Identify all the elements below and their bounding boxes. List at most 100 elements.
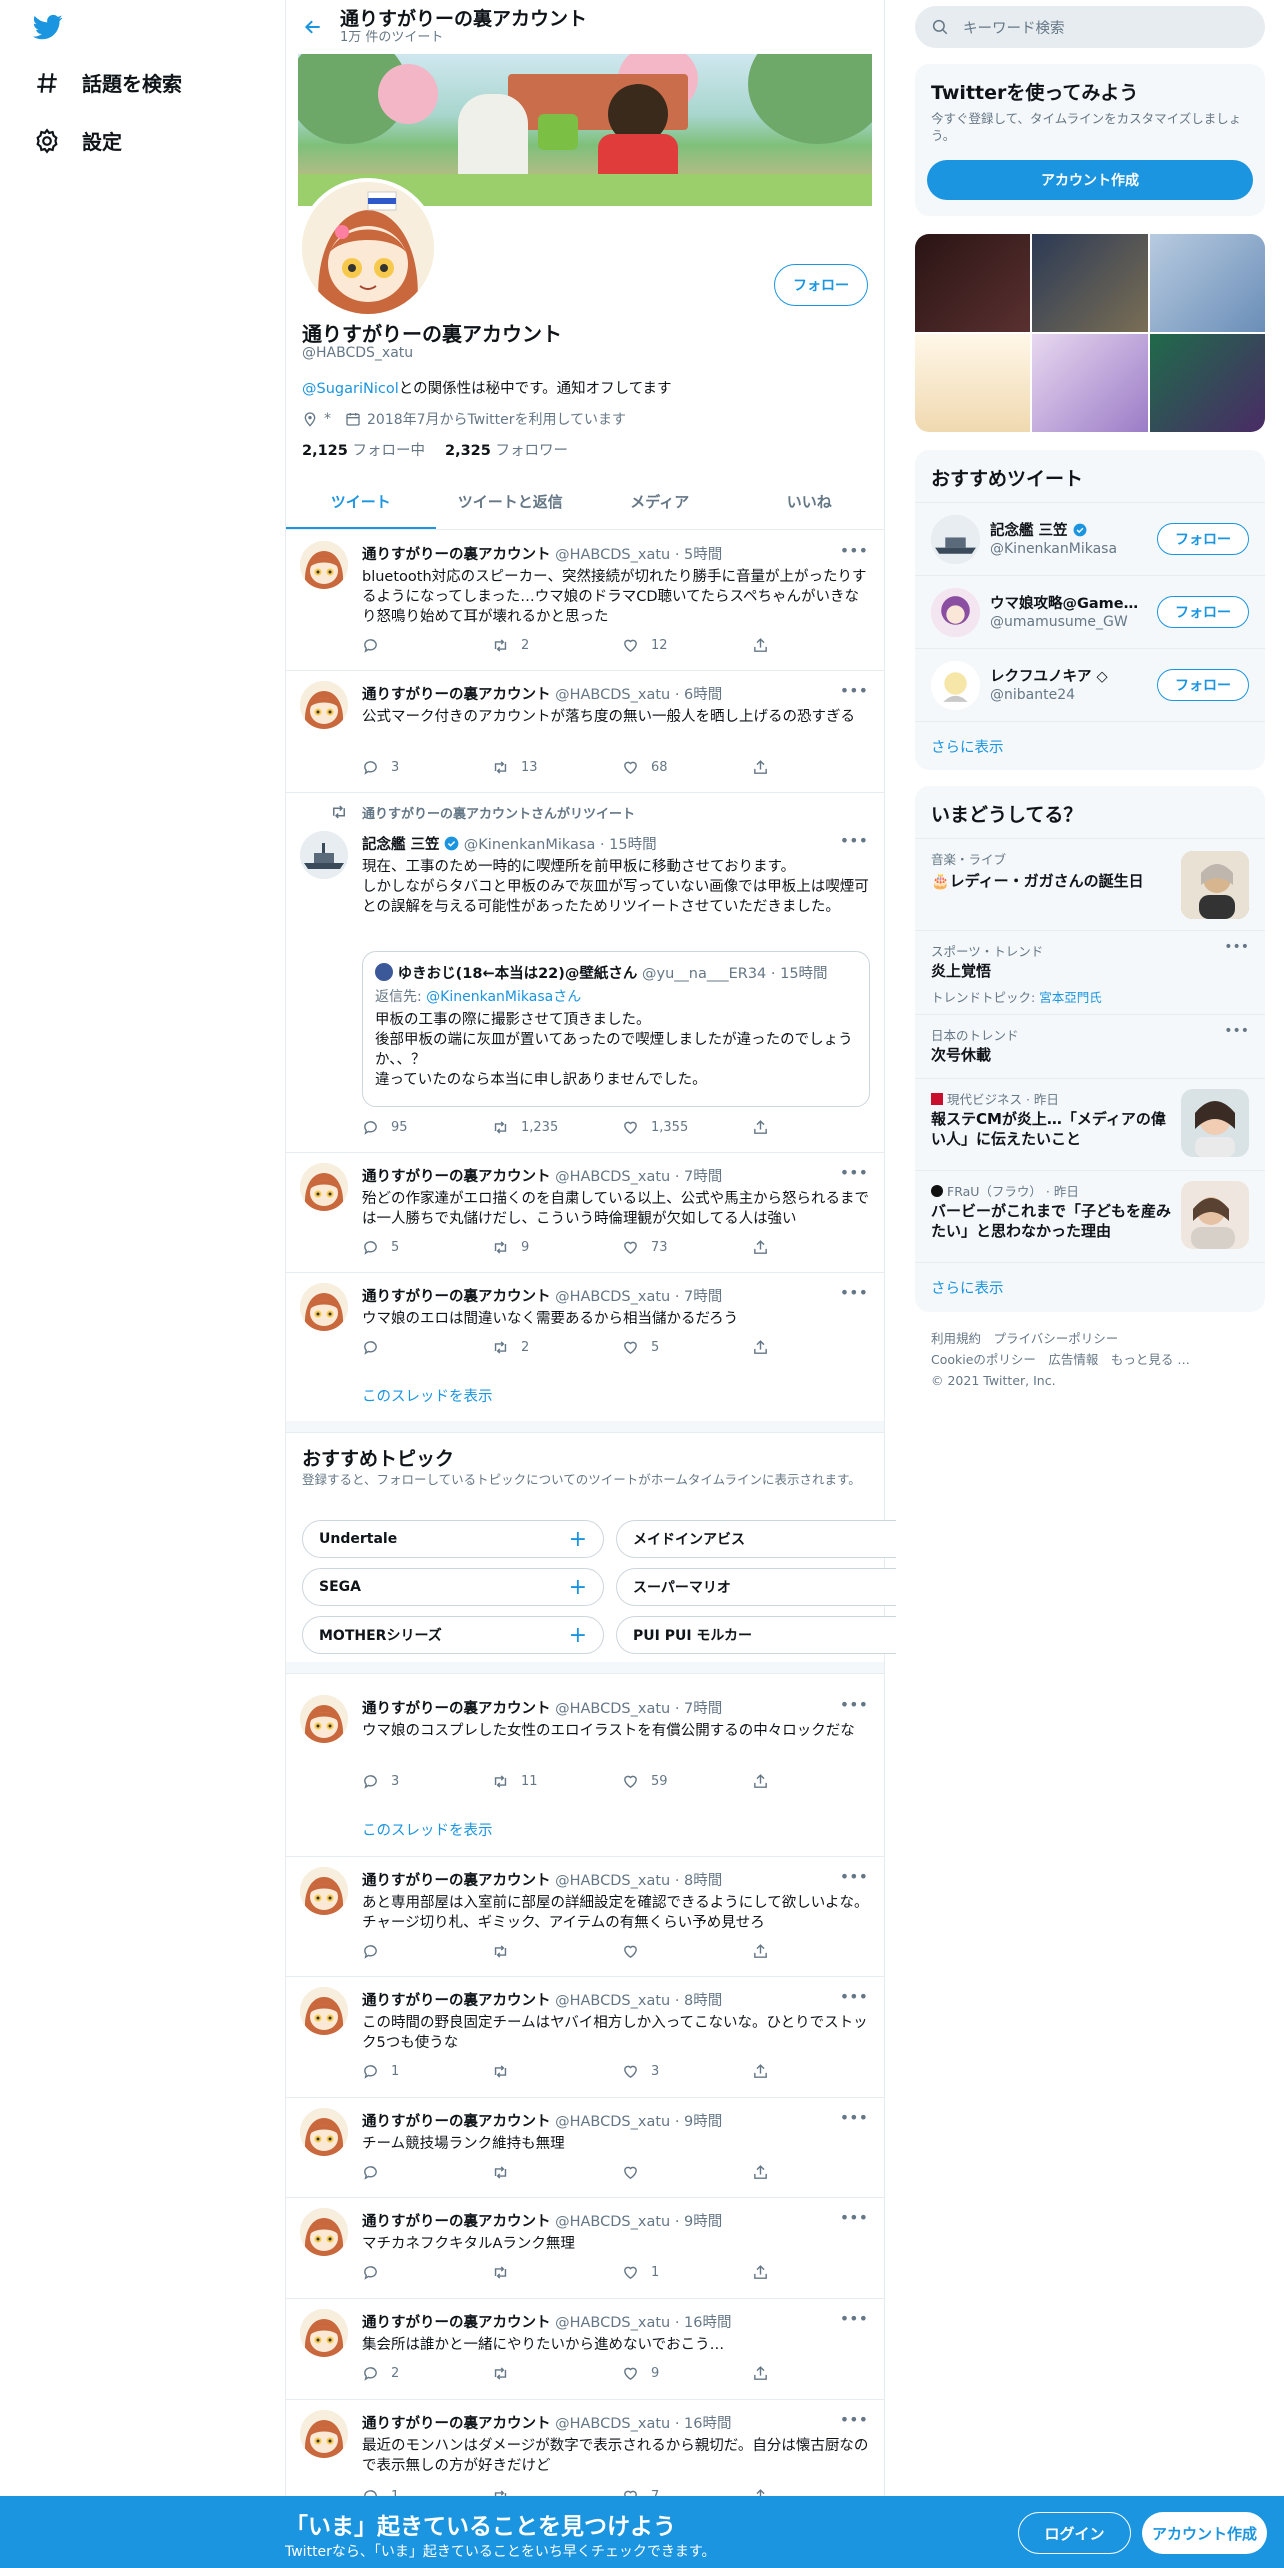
followers-link[interactable]: 2,325 フォロワー <box>445 439 568 460</box>
more-options-icon[interactable]: ••• <box>840 2309 868 2328</box>
like-button[interactable]: 73 <box>622 1239 752 1256</box>
signup-button[interactable]: アカウント作成 <box>1142 2512 1267 2554</box>
tweet[interactable]: 通りすがりーの裏アカウント @HABCDS_xatu · 7時間 ••• ウマ娘… <box>286 1675 884 1857</box>
create-account-button[interactable]: アカウント作成 <box>927 160 1253 200</box>
reply-button[interactable]: 2 <box>362 2365 492 2382</box>
show-more-link[interactable]: さらに表示 <box>931 1277 1004 1298</box>
tweet-avatar[interactable] <box>300 681 348 729</box>
like-button[interactable]: 1,355 <box>622 1119 752 1136</box>
search-box[interactable]: キーワード検索 <box>915 6 1265 48</box>
show-more-link[interactable]: さらに表示 <box>931 736 1004 757</box>
reply-button[interactable]: 5 <box>362 1239 492 1256</box>
following-link[interactable]: 2,125 フォロー中 <box>302 439 425 460</box>
tweet-avatar[interactable] <box>300 1987 348 2035</box>
like-button[interactable]: 59 <box>622 1773 752 1790</box>
tweet[interactable]: 通りすがりーの裏アカウント @HABCDS_xatu · 7時間 ••• 殆どの… <box>286 1153 884 1273</box>
retweet-button[interactable] <box>492 2365 622 2382</box>
tweet-avatar[interactable] <box>300 541 348 589</box>
share-button[interactable] <box>752 1339 882 1356</box>
tweet[interactable]: 通りすがりーの裏アカウント @HABCDS_xatu · 6時間 ••• 公式マ… <box>286 671 884 793</box>
tweet-avatar[interactable] <box>300 2309 348 2357</box>
like-button[interactable]: 12 <box>622 637 752 654</box>
recommended-user[interactable]: ウマ娘攻略@Game... @umamusume_GW フォロー <box>915 575 1265 648</box>
recommended-user[interactable]: レクフユノキア ◇ @nibante24 フォロー <box>915 648 1265 721</box>
retweet-note[interactable]: 通りすがりーの裏アカウントさんがリツイート <box>362 803 635 822</box>
back-button[interactable] <box>286 0 340 54</box>
recommended-user-avatar[interactable] <box>931 515 980 564</box>
footer-line[interactable]: 利用規約 プライバシーポリシー <box>931 1328 1251 1349</box>
tab-likes[interactable]: いいね <box>735 474 885 529</box>
reply-button[interactable] <box>362 637 492 654</box>
tweet-avatar[interactable] <box>300 1283 348 1331</box>
recommended-user-avatar[interactable] <box>931 588 980 637</box>
like-button[interactable]: 9 <box>622 2365 752 2382</box>
retweet-button[interactable]: 1,235 <box>492 1119 622 1136</box>
follow-button[interactable]: フォロー <box>1157 596 1249 628</box>
topic-chip[interactable]: MOTHERシリーズ + <box>302 1616 604 1654</box>
topic-chip[interactable]: SEGA + <box>302 1568 604 1606</box>
reply-button[interactable] <box>362 1943 492 1960</box>
reply-button[interactable] <box>362 2264 492 2281</box>
retweeted-tweet[interactable]: 通りすがりーの裏アカウントさんがリツイート 記念艦 三笠 @KinenkanMi… <box>286 793 884 1153</box>
share-button[interactable] <box>752 1239 882 1256</box>
media-thumbnail[interactable] <box>1032 234 1148 332</box>
like-button[interactable]: 1 <box>622 2264 752 2281</box>
share-button[interactable] <box>752 2365 882 2382</box>
reply-button[interactable]: 1 <box>362 2063 492 2080</box>
share-button[interactable] <box>752 1119 882 1136</box>
tweet-avatar[interactable] <box>300 2208 348 2256</box>
tweet-avatar[interactable] <box>300 2410 348 2458</box>
tweet-avatar[interactable] <box>300 1163 348 1211</box>
tweet-avatar[interactable] <box>300 831 348 879</box>
retweet-button[interactable] <box>492 1943 622 1960</box>
more-options-icon[interactable]: ••• <box>840 1283 868 1302</box>
topic-chip[interactable]: スーパーマリオ <box>616 1568 896 1606</box>
more-options-icon[interactable]: ••• <box>840 1867 868 1886</box>
show-thread-link[interactable]: このスレッドを表示 <box>362 1819 493 1840</box>
tab-tweets[interactable]: ツイート <box>286 474 436 529</box>
retweet-button[interactable]: 2 <box>492 1339 622 1356</box>
like-button[interactable]: 68 <box>622 759 752 776</box>
tweet[interactable]: 通りすがりーの裏アカウント @HABCDS_xatu · 16時間 ••• 集会… <box>286 2299 884 2400</box>
tweet[interactable]: 通りすがりーの裏アカウント @HABCDS_xatu · 7時間 ••• ウマ娘… <box>286 1273 884 1421</box>
share-button[interactable] <box>752 759 882 776</box>
more-options-icon[interactable]: ••• <box>1224 1023 1249 1039</box>
media-thumbnail[interactable] <box>915 234 1031 332</box>
recommended-user-avatar[interactable] <box>931 661 980 710</box>
media-thumbnail[interactable] <box>1032 334 1148 432</box>
profile-follow-button[interactable]: フォロー <box>774 264 868 306</box>
share-button[interactable] <box>752 2063 882 2080</box>
tweet-avatar[interactable] <box>300 1695 348 1743</box>
media-thumbnail[interactable] <box>1149 334 1265 432</box>
trend-item[interactable]: スポーツ・トレンド 炎上覚悟 トレンドトピック: 宮本亞門氏 ••• <box>915 930 1265 1014</box>
show-thread-link[interactable]: このスレッドを表示 <box>362 1385 493 1406</box>
reply-button[interactable]: 3 <box>362 1773 492 1790</box>
like-button[interactable]: 5 <box>622 1339 752 1356</box>
more-options-icon[interactable]: ••• <box>840 541 868 560</box>
topic-chip[interactable]: Undertale + <box>302 1520 604 1558</box>
bio-mention-link[interactable]: @SugariNicol <box>302 381 399 397</box>
more-options-icon[interactable]: ••• <box>840 1987 868 2006</box>
share-button[interactable] <box>752 2164 882 2181</box>
profile-avatar[interactable] <box>298 178 438 318</box>
tab-tweets-and-replies[interactable]: ツイートと返信 <box>436 474 586 529</box>
tweet-avatar[interactable] <box>300 1867 348 1915</box>
like-button[interactable]: 3 <box>622 2063 752 2080</box>
more-options-icon[interactable]: ••• <box>1224 939 1249 955</box>
like-button[interactable] <box>622 2164 752 2181</box>
share-button[interactable] <box>752 637 882 654</box>
recommended-user[interactable]: 記念艦 三笠 @KinenkanMikasa フォロー <box>915 502 1265 575</box>
topic-chip[interactable]: メイドインアビス <box>616 1520 896 1558</box>
reply-button[interactable] <box>362 1339 492 1356</box>
footer-line[interactable]: Cookieのポリシー 広告情報 もっと見る … <box>931 1349 1251 1370</box>
more-options-icon[interactable]: ••• <box>840 2208 868 2227</box>
retweet-button[interactable] <box>492 2164 622 2181</box>
tweet[interactable]: 通りすがりーの裏アカウント @HABCDS_xatu · 9時間 ••• マチカ… <box>286 2198 884 2299</box>
follow-button[interactable]: フォロー <box>1157 523 1249 555</box>
twitter-logo-icon[interactable] <box>32 12 64 42</box>
retweet-button[interactable] <box>492 2063 622 2080</box>
share-button[interactable] <box>752 1773 882 1790</box>
share-button[interactable] <box>752 2264 882 2281</box>
media-thumbnail[interactable] <box>915 334 1031 432</box>
retweet-button[interactable]: 9 <box>492 1239 622 1256</box>
